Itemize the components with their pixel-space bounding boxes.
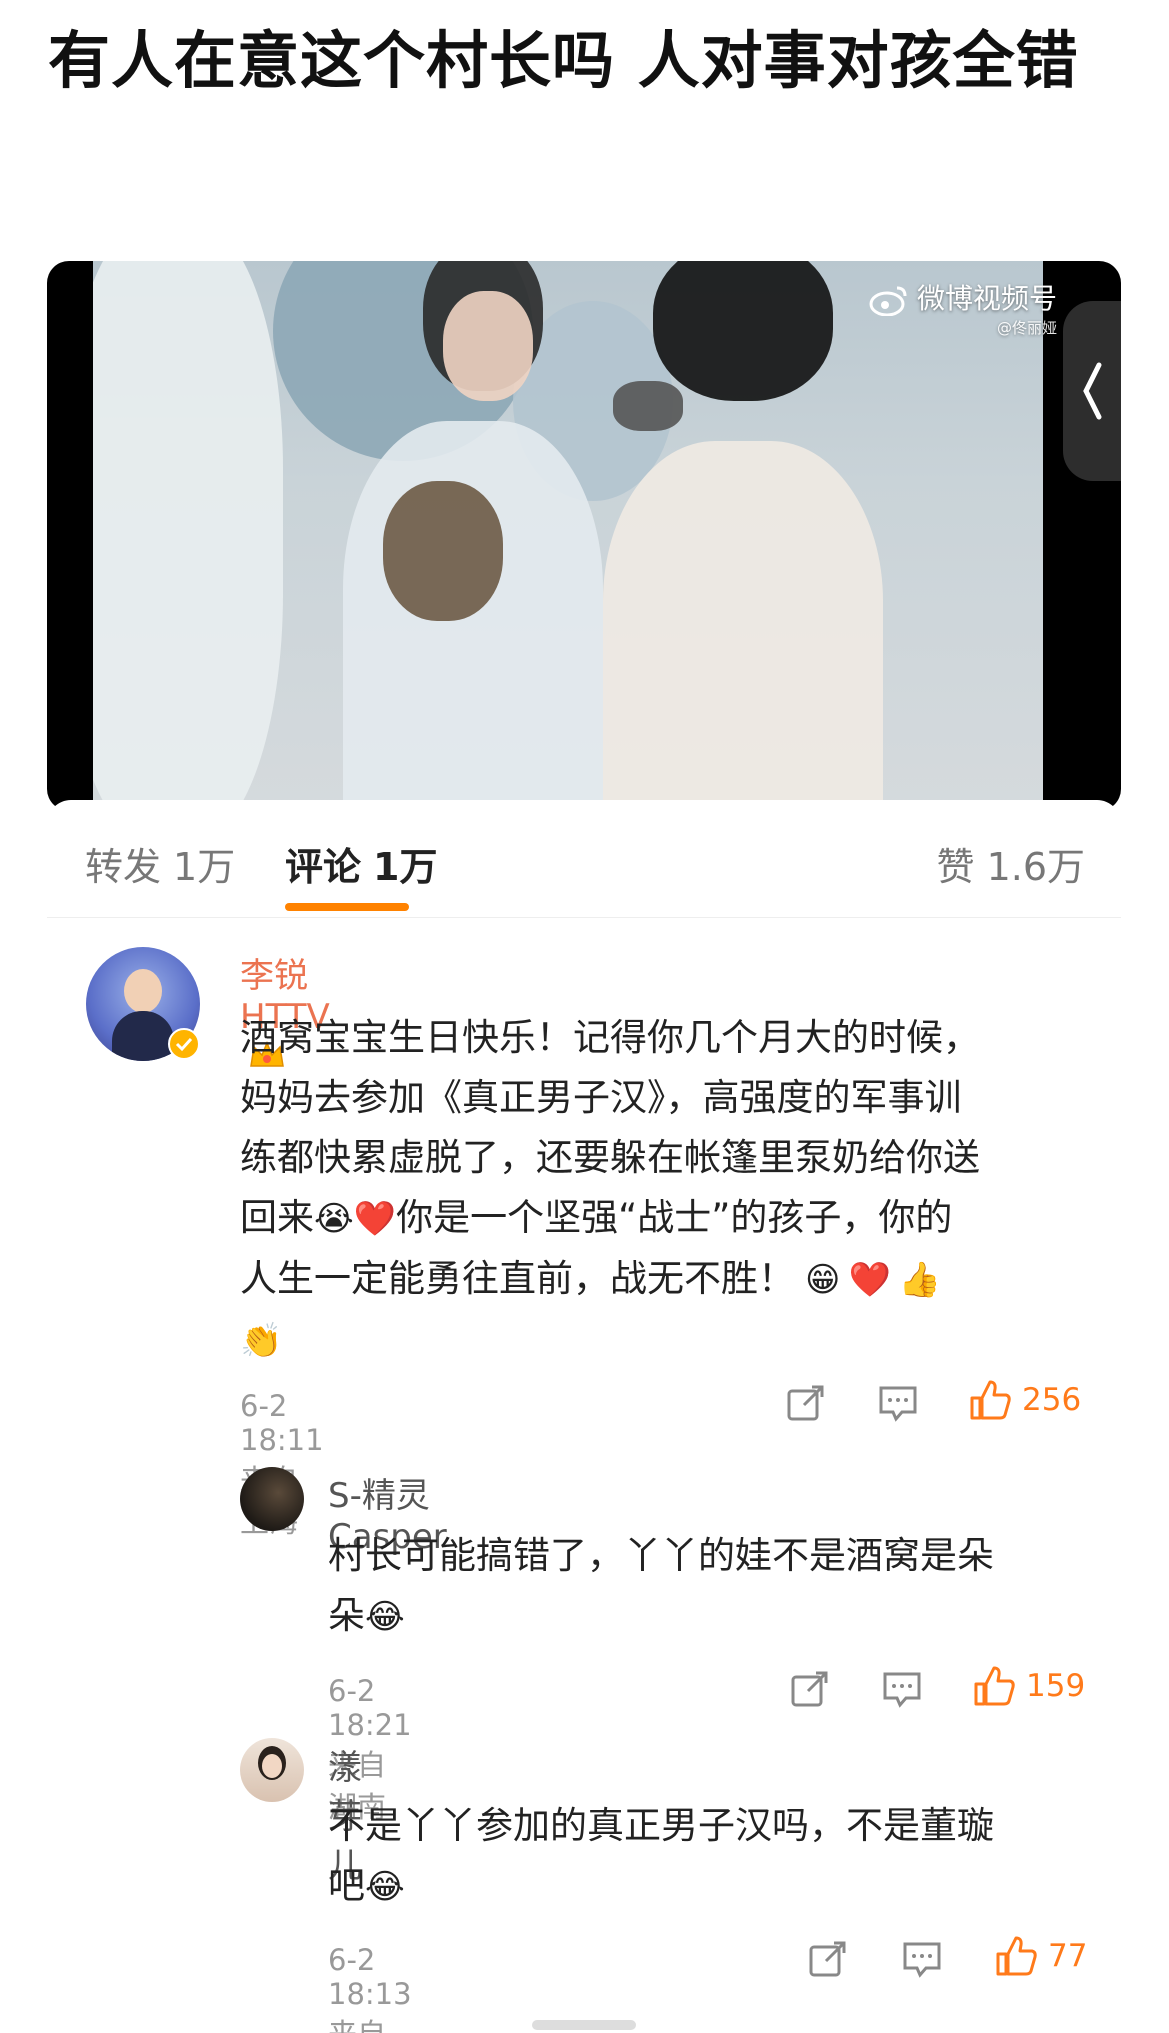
comment-text-line: 不是丫丫参加的真正男子汉吗，不是董璇 (328, 1804, 994, 1847)
tab-like-label: 赞 (936, 845, 975, 889)
weibo-logo-icon (869, 286, 907, 316)
comment-text-fragment: 朵 (328, 1594, 365, 1637)
scroll-indicator[interactable] (532, 2020, 636, 2030)
comment-meta: 6-2 18:13 来自天津 (328, 1943, 412, 2033)
tab-comment[interactable]: 评论 1万 (285, 836, 437, 891)
tab-repost-label: 转发 (85, 845, 162, 889)
like-count: 77 (1048, 1938, 1088, 1974)
comment-text-fragment: 你是一个坚强“战士”的孩子，你的 (396, 1196, 953, 1239)
comment-text: 村长可能搞错了，丫丫的娃不是酒窝是朵 朵😂 (328, 1526, 1128, 1647)
active-tab-indicator (285, 903, 409, 911)
share-icon[interactable] (784, 1381, 828, 1425)
verified-badge-icon (168, 1028, 200, 1060)
watermark-author: @佟丽娅 (996, 319, 1057, 337)
comment-icon[interactable] (900, 1937, 944, 1981)
comment-text-fragment: 回来 (240, 1196, 314, 1239)
thumbs-up-icon (996, 1936, 1037, 1976)
comment-icon[interactable] (876, 1381, 920, 1425)
thumbs-up-emoji-icon: 👍 (898, 1260, 942, 1300)
like-button[interactable]: 159 (972, 1664, 1085, 1708)
comment-text-line: 人生一定能勇往直前，战无不胜！ 😁 ❤️ 👍 (240, 1249, 1120, 1310)
tab-comment-count: 1万 (373, 845, 438, 889)
comment-text-line: 村长可能搞错了，丫丫的娃不是酒窝是朵 (328, 1534, 994, 1577)
clap-emoji-icon: 👏 (240, 1321, 283, 1361)
crying-emoji-icon: 😭 (314, 1199, 354, 1239)
avatar[interactable] (240, 1738, 304, 1802)
like-count: 256 (1022, 1382, 1082, 1418)
comment-icon[interactable] (880, 1667, 924, 1711)
thumbs-up-icon (970, 1380, 1011, 1420)
tab-like-count: 1.6万 (986, 845, 1085, 889)
share-icon[interactable] (806, 1937, 850, 1981)
comment-text-fragment: 吧 (328, 1864, 365, 1907)
avatar[interactable] (240, 1467, 304, 1531)
heart-emoji-icon: ❤️ (353, 1199, 397, 1239)
comment-actions (876, 1381, 920, 1425)
video-player[interactable]: 微博视频号 @佟丽娅 (47, 261, 1121, 811)
comment-actions (880, 1667, 924, 1711)
comment-actions (784, 1381, 828, 1425)
comment-text-line: 👏 (240, 1310, 1120, 1371)
like-button[interactable]: 77 (994, 1934, 1087, 1978)
comment-text: 不是丫丫参加的真正男子汉吗，不是董璇 吧😂 (328, 1796, 1128, 1917)
comment-text-fragment: 人生一定能勇往直前，战无不胜！ (240, 1257, 795, 1300)
watermark-text: 微博视频号 (916, 282, 1057, 315)
chevron-left-icon (1083, 362, 1102, 420)
comment-actions (788, 1667, 832, 1711)
post-title: 有人在意这个村长吗 人对事对孩全错 (48, 24, 1079, 97)
comment-text-line: 朵😂 (328, 1586, 1128, 1647)
comment-text-line: 回来😭❤️你是一个坚强“战士”的孩子，你的 (240, 1188, 1120, 1249)
comment-text-line: 妈妈去参加《真正男子汉》，高强度的军事训 (240, 1076, 962, 1119)
comment-text: 酒窝宝宝生日快乐！记得你几个月大的时候， 妈妈去参加《真正男子汉》，高强度的军事… (240, 1008, 1120, 1371)
comment-text-line: 酒窝宝宝生日快乐！记得你几个月大的时候， (240, 1016, 980, 1059)
tab-repost[interactable]: 转发 1万 (85, 836, 235, 891)
thumbs-up-icon (974, 1666, 1015, 1706)
laugh-cry-emoji-icon: 😂 (365, 1867, 405, 1907)
laugh-cry-emoji-icon: 😂 (365, 1597, 405, 1637)
comment-actions (806, 1937, 850, 1981)
comment-text-line: 练都快累虚脱了，还要躲在帐篷里泵奶给你送 (240, 1136, 980, 1179)
video-watermark: 微博视频号 @佟丽娅 (869, 277, 1057, 338)
grin-emoji-icon: 😁 (805, 1260, 841, 1300)
heart-emoji-icon: ❤️ (848, 1260, 891, 1300)
comment-actions (900, 1937, 944, 1981)
like-button[interactable]: 256 (968, 1378, 1081, 1422)
tab-comment-label: 评论 (285, 845, 362, 889)
like-count: 159 (1026, 1668, 1086, 1704)
tab-repost-count: 1万 (173, 845, 236, 889)
collapse-handle[interactable] (1063, 301, 1121, 481)
tab-like[interactable]: 赞 1.6万 (937, 836, 1085, 891)
comment-text-line: 吧😂 (328, 1856, 1128, 1917)
video-frame (93, 261, 1043, 811)
post-tabs: 转发 1万 评论 1万 赞 1.6万 (47, 800, 1121, 918)
share-icon[interactable] (788, 1667, 832, 1711)
